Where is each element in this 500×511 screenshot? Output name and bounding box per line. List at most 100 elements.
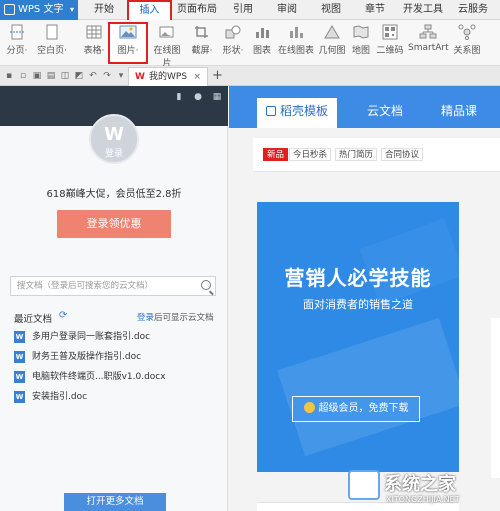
- folder-icon[interactable]: ▪: [4, 71, 14, 81]
- ribbon-table[interactable]: 表格·: [82, 24, 106, 64]
- login-promo-button[interactable]: 登录领优惠: [57, 210, 171, 238]
- wps-logo-icon: [4, 4, 15, 15]
- document-tab-bar: ▪ ▫ ▣ ▤ ◫ ◩ ↶ ↷ ▾ W 我的WPS × +: [0, 66, 500, 86]
- free-download-button[interactable]: 超级会员，免费下载: [292, 396, 420, 422]
- menu-view[interactable]: 视图: [318, 0, 344, 20]
- promo-text: 618巅峰大促，会员低至2.8折: [46, 189, 182, 200]
- ribbon-blank-page[interactable]: 空白页·: [36, 24, 68, 64]
- banner-title: 营销人必学技能: [284, 266, 432, 290]
- ribbon-map[interactable]: 地图: [350, 24, 372, 64]
- menu-insert[interactable]: 插入: [127, 0, 172, 20]
- word-doc-icon: W: [14, 331, 25, 343]
- side-card[interactable]: [491, 318, 500, 478]
- format-painter-icon[interactable]: ◩: [74, 71, 84, 81]
- blank-page-icon: [46, 24, 58, 40]
- smartart-icon: [419, 24, 437, 39]
- menu-home[interactable]: 开始: [90, 0, 118, 20]
- watermark: 系统之家 XITONGZHIJIA.NET: [340, 466, 500, 511]
- page-break-icon: [10, 24, 24, 40]
- word-doc-icon: W: [14, 391, 25, 403]
- ribbon-shape[interactable]: 形状·: [219, 24, 247, 64]
- new-tab-icon[interactable]: +: [212, 68, 223, 83]
- save-icon[interactable]: ▣: [32, 71, 42, 81]
- online-chart-icon: [290, 27, 303, 38]
- undo-icon[interactable]: ↶: [88, 71, 98, 81]
- wps-tab-icon: W: [135, 72, 145, 82]
- list-item[interactable]: W 多用户登录同一账套指引.doc: [14, 330, 219, 350]
- ribbon-online-chart[interactable]: 在线图表: [278, 24, 314, 64]
- image-icon: [119, 25, 137, 39]
- ribbon-online-image[interactable]: 在线图片: [150, 24, 184, 69]
- tag-resume[interactable]: 热门简历: [335, 148, 378, 161]
- menu-page-layout[interactable]: 页面布局: [177, 0, 217, 20]
- geometry-icon: [324, 25, 340, 39]
- banner-decoration: [277, 317, 459, 457]
- tag-bar: 新品 今日秒杀 热门简历 合同协议: [253, 138, 500, 172]
- qrcode-icon: [382, 24, 398, 40]
- open-more-docs-button[interactable]: 打开更多文档: [64, 493, 166, 511]
- word-doc-icon: W: [14, 371, 25, 383]
- tab-docer-templates[interactable]: 稻壳模板: [257, 98, 337, 128]
- wps-avatar-icon: W: [104, 124, 124, 145]
- watermark-logo-icon: [348, 470, 380, 500]
- promo-banner[interactable]: 营销人必学技能 面对消费者的销售之道 超级会员，免费下载: [257, 202, 459, 472]
- tab-courses[interactable]: 精品课: [429, 98, 489, 128]
- avatar-login-label: 登录: [104, 149, 123, 159]
- table-icon: [86, 25, 102, 39]
- search-input[interactable]: 搜文档（登录后可搜索您的云文档）: [10, 276, 216, 296]
- screenshot-icon: [195, 26, 208, 38]
- chart-icon: [256, 28, 269, 38]
- grid-icon[interactable]: ▦: [212, 92, 222, 102]
- docer-icon: [265, 106, 276, 116]
- quick-access-dropdown-icon[interactable]: ▾: [116, 71, 126, 81]
- chevron-down-icon: ▾: [69, 5, 74, 14]
- menu-cloud[interactable]: 云服务: [455, 0, 491, 20]
- open-icon[interactable]: ▫: [18, 71, 28, 81]
- banner-subtitle: 面对消费者的销售之道: [303, 298, 413, 311]
- close-tab-icon[interactable]: ×: [193, 68, 201, 86]
- ribbon-geometry[interactable]: 几何图: [318, 24, 346, 64]
- shape-icon: [225, 25, 241, 39]
- lock-icon[interactable]: ▮: [174, 92, 184, 102]
- menu-bar: WPS 文字 ▾ 开始 插入 页面布局 引用 审阅 视图 章节 开发工具 云服务: [0, 0, 500, 20]
- vip-icon: [303, 402, 315, 413]
- chat-icon[interactable]: ●: [193, 92, 203, 102]
- panel-tabs: 稻壳模板 云文档 精品课: [229, 86, 500, 128]
- map-icon: [353, 25, 369, 39]
- tag-flash-sale[interactable]: 今日秒杀: [289, 148, 332, 161]
- list-item[interactable]: W 财务王普及版操作指引.doc: [14, 350, 219, 370]
- menu-references[interactable]: 引用: [230, 0, 256, 20]
- ribbon-smartart[interactable]: SmartArt: [408, 24, 449, 64]
- menu-review[interactable]: 审阅: [274, 0, 300, 20]
- tab-cloud-docs[interactable]: 云文档: [355, 98, 415, 128]
- template-panel: 稻壳模板 云文档 精品课 新品 今日秒杀 热门简历 合同协议 营销人必学技能 面…: [229, 86, 500, 511]
- search-icon[interactable]: [201, 280, 211, 290]
- tab-my-wps[interactable]: W 我的WPS ×: [128, 67, 208, 86]
- sidebar: ▮ ● ▦ W 登录 618巅峰大促，会员低至2.8折 登录领优惠 搜文档（登录后可…: [0, 86, 228, 511]
- ribbon-relation[interactable]: 关系图: [452, 24, 482, 64]
- list-item[interactable]: W 电脑软件终端页...职版v1.0.docx: [14, 370, 219, 390]
- menu-section[interactable]: 章节: [362, 0, 388, 20]
- tag-contract[interactable]: 合同协议: [381, 148, 424, 161]
- ribbon-toolbar: 分页· 空白页· 表格· 图片· 在线图片 截屏· 形状· 图表 在线图表 几何…: [0, 20, 500, 69]
- app-menu-button[interactable]: WPS 文字 ▾: [0, 0, 78, 20]
- avatar[interactable]: W 登录: [89, 114, 139, 164]
- menu-developer[interactable]: 开发工具: [401, 0, 445, 20]
- ribbon-image[interactable]: 图片·: [108, 22, 148, 64]
- list-item[interactable]: W 安装指引.doc: [14, 390, 219, 410]
- tag-new[interactable]: 新品: [263, 148, 289, 161]
- ribbon-page-break[interactable]: 分页·: [4, 24, 30, 64]
- ribbon-screenshot[interactable]: 截屏·: [188, 24, 216, 64]
- redo-icon[interactable]: ↷: [102, 71, 112, 81]
- relation-icon: [458, 24, 476, 40]
- print-preview-icon[interactable]: ◫: [60, 71, 70, 81]
- print-icon[interactable]: ▤: [46, 71, 56, 81]
- recent-docs-tip: 登录后可显示云文档: [137, 313, 214, 323]
- recent-file-list: W 多用户登录同一账套指引.doc W 财务王普及版操作指引.doc W 电脑软件终端…: [14, 330, 219, 410]
- ribbon-qrcode[interactable]: 二维码: [374, 24, 406, 64]
- login-link[interactable]: 登录: [137, 313, 154, 323]
- ribbon-chart[interactable]: 图表: [250, 24, 274, 64]
- online-image-icon: [159, 26, 174, 38]
- app-title: WPS 文字: [18, 4, 64, 15]
- refresh-icon[interactable]: ⟳: [59, 310, 67, 321]
